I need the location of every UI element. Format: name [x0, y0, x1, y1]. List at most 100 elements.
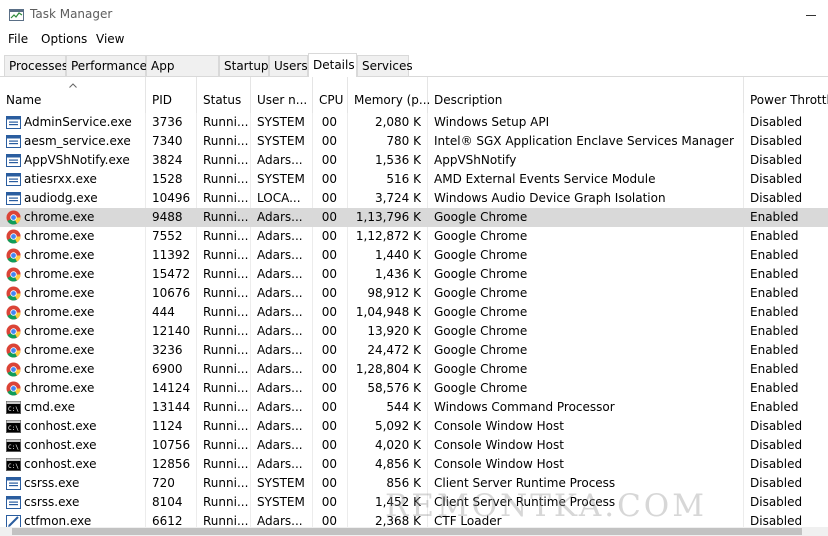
- table-row[interactable]: chrome.exe 12140 Runni... Adars... 00 13,920 …: [0, 322, 828, 341]
- status-cell: Runni...: [203, 286, 249, 300]
- table-row[interactable]: aesm_service.exe 7340 Runni... SYSTEM 00 780 …: [0, 132, 828, 151]
- tab-users[interactable]: Users: [269, 55, 308, 76]
- table-row[interactable]: chrome.exe 10676 Runni... Adars... 00 98,912 …: [0, 284, 828, 303]
- process-name-cell: audiodg.exe: [24, 191, 98, 205]
- column-header-cpu[interactable]: CPU: [313, 77, 348, 113]
- description-cell: Google Chrome: [434, 381, 528, 395]
- power-throttling-cell: Enabled: [750, 248, 799, 262]
- process-name-cell: conhost.exe: [24, 457, 97, 471]
- description-cell: Google Chrome: [434, 267, 528, 281]
- memory-cell: 1,452 K: [374, 495, 421, 509]
- process-name-cell: ctfmon.exe: [24, 514, 92, 527]
- table-row[interactable]: chrome.exe 9488 Runni... Adars... 00 1,13,796…: [0, 208, 828, 227]
- column-header-status[interactable]: Status: [197, 77, 251, 113]
- status-cell: Runni...: [203, 476, 249, 490]
- cpu-cell: 00: [321, 286, 337, 300]
- tab-details[interactable]: Details: [308, 53, 357, 77]
- table-row[interactable]: ctfmon.exe 6612 Runni... Adars... 00 2,368 K C…: [0, 512, 828, 527]
- tab-services[interactable]: Services: [357, 55, 413, 76]
- status-cell: Runni...: [203, 457, 249, 471]
- description-cell: Console Window Host: [434, 438, 564, 452]
- title-bar: Task Manager: [0, 0, 828, 30]
- user-cell: Adars...: [257, 381, 303, 395]
- status-cell: Runni...: [203, 343, 249, 357]
- table-row[interactable]: chrome.exe 444 Runni... Adars... 00 1,04,948 …: [0, 303, 828, 322]
- minimize-button[interactable]: [800, 6, 820, 22]
- user-cell: Adars...: [257, 438, 303, 452]
- power-throttling-cell: Enabled: [750, 362, 799, 376]
- cpu-cell: 00: [321, 457, 337, 471]
- table-row[interactable]: AdminService.exe 3736 Runni... SYSTEM 00 2,08…: [0, 113, 828, 132]
- process-name-cell: csrss.exe: [24, 495, 80, 509]
- menu-view[interactable]: View: [95, 32, 125, 46]
- tab-processes[interactable]: Processes: [4, 55, 68, 76]
- table-row[interactable]: chrome.exe 15472 Runni... Adars... 00 1,436 K…: [0, 265, 828, 284]
- table-row[interactable]: C:\ cmd.exe 13144 Runni... Adars... 00 544 K Wi…: [0, 398, 828, 417]
- window-app-icon: [6, 495, 21, 510]
- table-row[interactable]: atiesrxx.exe 1528 Runni... SYSTEM 00 516 K AMD…: [0, 170, 828, 189]
- table-row[interactable]: csrss.exe 720 Runni... SYSTEM 00 856 K Client …: [0, 474, 828, 493]
- table-row[interactable]: audiodg.exe 10496 Runni... LOCA... 00 3,724 K…: [0, 189, 828, 208]
- column-header-label: CPU: [319, 93, 344, 107]
- menu-file[interactable]: File: [7, 32, 29, 46]
- tab-performance[interactable]: Performance: [66, 55, 147, 76]
- menu-options[interactable]: Options: [40, 32, 88, 46]
- power-throttling-cell: Disabled: [750, 172, 803, 186]
- column-header-description[interactable]: Description: [428, 77, 744, 113]
- table-row[interactable]: chrome.exe 14124 Runni... Adars... 00 58,576 …: [0, 379, 828, 398]
- cpu-cell: 00: [321, 248, 337, 262]
- cpu-cell: 00: [321, 419, 337, 433]
- table-row[interactable]: chrome.exe 6900 Runni... Adars... 00 1,28,804…: [0, 360, 828, 379]
- table-row[interactable]: C:\ conhost.exe 10756 Runni... Adars... 00 4,0…: [0, 436, 828, 455]
- status-cell: Runni...: [203, 191, 249, 205]
- table-row[interactable]: chrome.exe 3236 Runni... Adars... 00 24,472 K…: [0, 341, 828, 360]
- cpu-cell: 00: [321, 134, 337, 148]
- status-cell: Runni...: [203, 324, 249, 338]
- window-app-icon: [6, 153, 21, 168]
- process-name-cell: chrome.exe: [24, 248, 95, 262]
- table-row[interactable]: C:\ conhost.exe 1124 Runni... Adars... 00 5,09…: [0, 417, 828, 436]
- tab-app-history[interactable]: App history: [146, 55, 219, 93]
- memory-cell: 544 K: [386, 400, 421, 414]
- chrome-icon: [6, 324, 21, 339]
- memory-cell: 856 K: [386, 476, 421, 490]
- memory-cell: 1,04,948 K: [355, 305, 421, 319]
- column-header-memory[interactable]: Memory (p...: [348, 77, 430, 113]
- user-cell: LOCA...: [257, 191, 301, 205]
- pid-cell: 7340: [152, 134, 183, 148]
- window-app-icon: [6, 476, 21, 491]
- user-cell: Adars...: [257, 153, 303, 167]
- cpu-cell: 00: [321, 115, 337, 129]
- column-header-user-name[interactable]: User n...: [251, 77, 313, 113]
- column-header-label: Power Throttlin: [750, 93, 828, 107]
- svg-text:C:\: C:\: [8, 425, 19, 432]
- pid-cell: 444: [152, 305, 175, 319]
- process-name-cell: chrome.exe: [24, 362, 95, 376]
- status-cell: Runni...: [203, 419, 249, 433]
- chrome-icon: [6, 210, 21, 225]
- horizontal-scrollbar[interactable]: [0, 527, 828, 536]
- table-row[interactable]: chrome.exe 7552 Runni... Adars... 00 1,12,872…: [0, 227, 828, 246]
- description-cell: Console Window Host: [434, 419, 564, 433]
- table-row[interactable]: csrss.exe 8104 Runni... SYSTEM 00 1,452 K Clie…: [0, 493, 828, 512]
- user-cell: SYSTEM: [257, 172, 305, 186]
- power-throttling-cell: Enabled: [750, 400, 799, 414]
- user-cell: Adars...: [257, 229, 303, 243]
- table-row[interactable]: C:\ conhost.exe 12856 Runni... Adars... 00 4,8…: [0, 455, 828, 474]
- scrollbar-thumb[interactable]: [12, 528, 802, 535]
- column-header-power-throttling[interactable]: Power Throttlin: [744, 77, 828, 113]
- svg-text:C:\: C:\: [8, 444, 19, 451]
- status-cell: Runni...: [203, 229, 249, 243]
- power-throttling-cell: Disabled: [750, 134, 803, 148]
- window-app-icon: [6, 115, 21, 130]
- description-cell: Google Chrome: [434, 305, 528, 319]
- column-header-pid[interactable]: PID: [146, 77, 197, 113]
- pid-cell: 6900: [152, 362, 183, 376]
- column-header-name[interactable]: Name: [0, 77, 146, 113]
- table-row[interactable]: chrome.exe 11392 Runni... Adars... 00 1,440 K…: [0, 246, 828, 265]
- chrome-icon: [6, 229, 21, 244]
- table-row[interactable]: AppVShNotify.exe 3824 Runni... Adars... 00 1,…: [0, 151, 828, 170]
- tab-startup[interactable]: Startup: [219, 55, 269, 76]
- column-header-label: User n...: [257, 93, 308, 107]
- window-app-icon: [6, 191, 21, 206]
